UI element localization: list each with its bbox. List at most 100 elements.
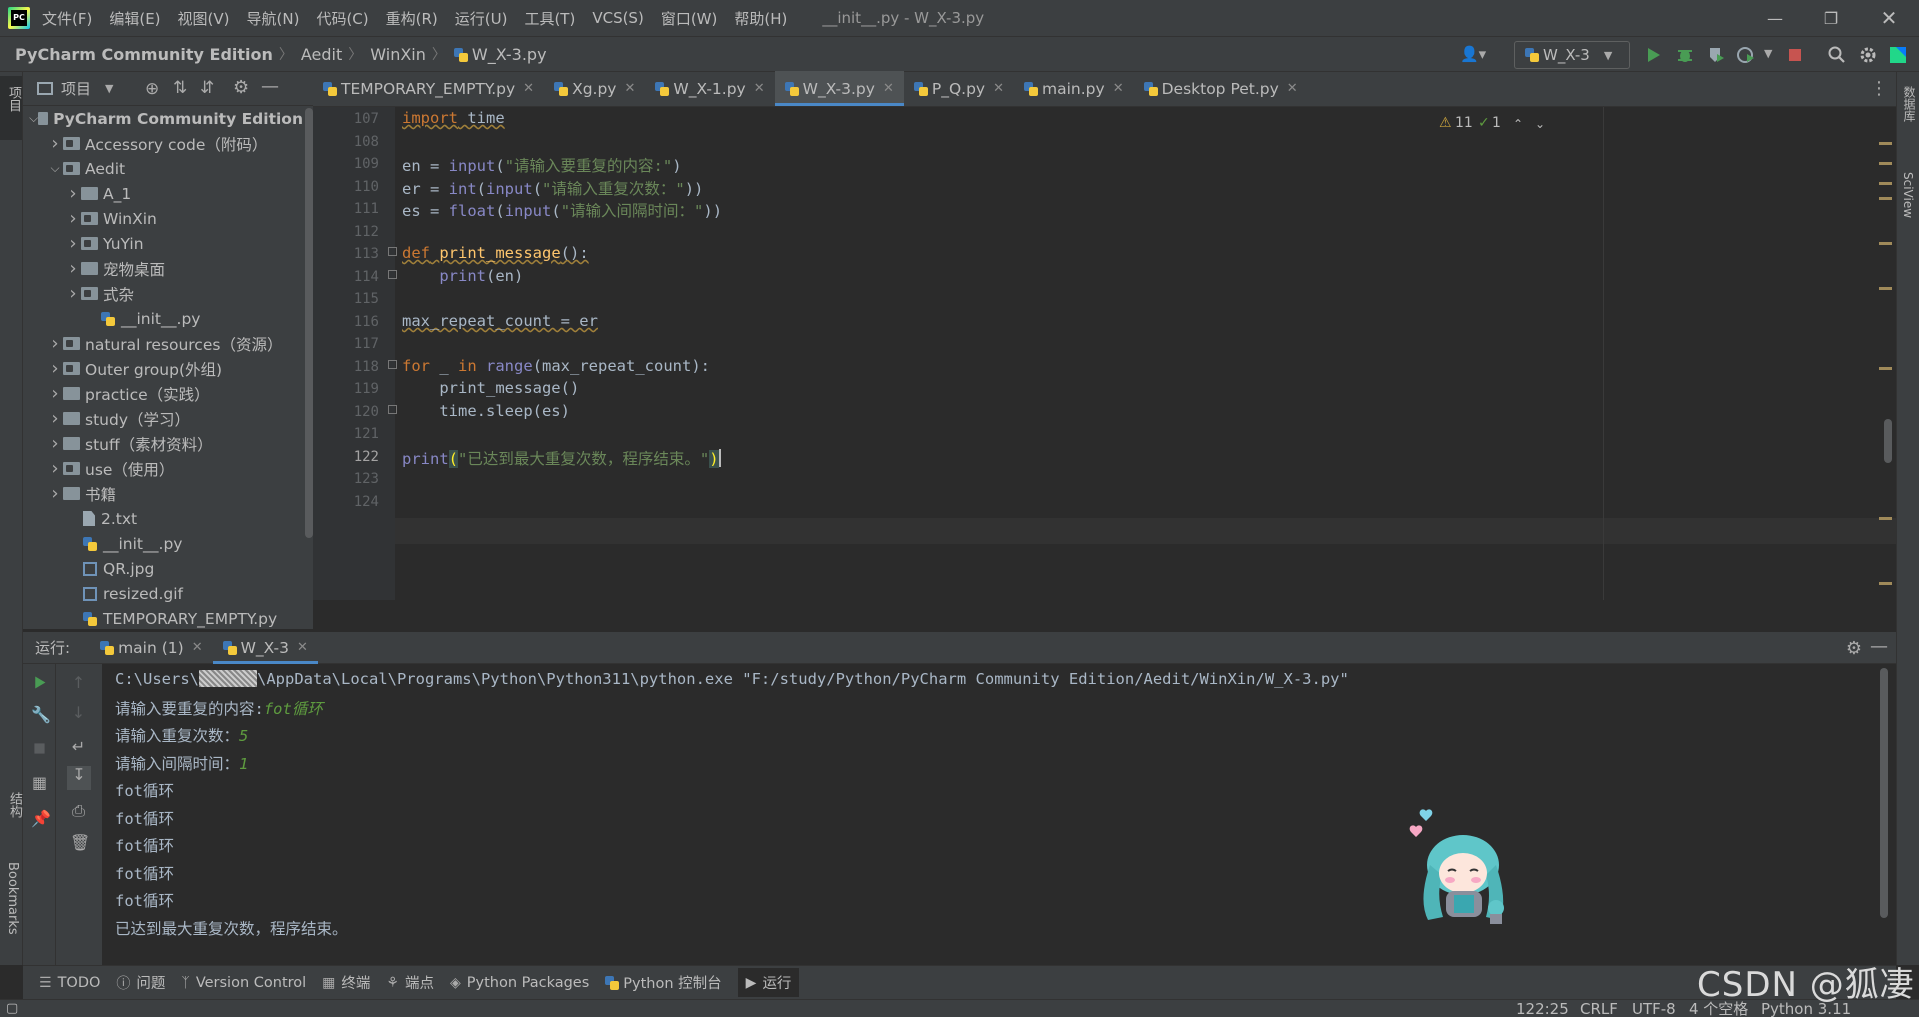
close-tab-icon[interactable]: ✕ (297, 640, 308, 655)
menu-vcs[interactable]: VCS(S) (592, 9, 643, 27)
tool-run[interactable]: ▶ 运行 (737, 968, 800, 997)
run-icon[interactable] (1643, 45, 1663, 65)
tab-desktop-pet[interactable]: Desktop Pet.py ✕ (1134, 71, 1308, 106)
structure-tool-label[interactable]: 结构 (5, 792, 24, 818)
expand-all-icon[interactable]: ⇅ (173, 78, 187, 98)
chevron-right-icon[interactable]: › (47, 333, 63, 354)
error-stripe-mark[interactable] (1879, 162, 1892, 165)
error-stripe-mark[interactable] (1879, 197, 1892, 200)
collapse-all-icon[interactable]: ⇵ (200, 78, 214, 98)
tree-item[interactable]: ⌵ PyCharm Community Edition (23, 106, 303, 131)
chevron-right-icon[interactable]: › (65, 208, 81, 229)
next-highlight-icon[interactable]: ⌄ (1535, 117, 1545, 131)
breadcrumb-winxin[interactable]: WinXin (370, 45, 426, 64)
more-tabs-icon[interactable]: ⋮ (1870, 78, 1888, 99)
hide-panel-icon[interactable]: — (261, 76, 279, 97)
restore-icon[interactable]: ❐ (1803, 0, 1859, 36)
close-tab-icon[interactable]: ✕ (1113, 81, 1124, 96)
rerun-icon[interactable] (31, 674, 48, 691)
menu-help[interactable]: 帮助(H) (734, 8, 787, 29)
tree-item[interactable]: › 式杂 (23, 281, 303, 306)
chevron-right-icon[interactable]: › (47, 383, 63, 404)
tree-item[interactable]: › 书籍 (23, 481, 303, 506)
error-stripe-mark[interactable] (1879, 242, 1892, 245)
tree-item[interactable]: › Accessory code（附码） (23, 131, 303, 156)
close-window-icon[interactable]: ✕ (1861, 0, 1917, 36)
close-tab-icon[interactable]: ✕ (754, 81, 765, 96)
chevron-right-icon[interactable]: › (47, 433, 63, 454)
tree-item[interactable]: › YuYin (23, 231, 303, 256)
profile-icon[interactable] (1736, 45, 1756, 65)
menu-refactor[interactable]: 重构(R) (386, 8, 438, 29)
fold-icon[interactable] (388, 270, 397, 279)
trash-icon[interactable]: 🗑 (70, 834, 90, 851)
tab-main[interactable]: main.py ✕ (1014, 71, 1134, 106)
stop-icon[interactable] (31, 740, 48, 757)
wrench-icon[interactable]: 🔧 (31, 706, 51, 723)
close-tab-icon[interactable]: ✕ (523, 81, 534, 96)
menu-window[interactable]: 窗口(W) (661, 8, 718, 29)
close-tab-icon[interactable]: ✕ (1287, 81, 1298, 96)
chevron-right-icon[interactable]: › (47, 483, 63, 504)
layout-icon[interactable]: ▦ (31, 774, 48, 791)
close-tab-icon[interactable]: ✕ (624, 81, 635, 96)
scroll-to-end-icon[interactable]: ↧ (67, 766, 91, 790)
chevron-down-icon[interactable]: ⌵ (47, 161, 63, 176)
jetbrains-toolbox-icon[interactable] (1888, 45, 1908, 65)
tree-item[interactable]: › 宠物桌面 (23, 256, 303, 281)
menu-code[interactable]: 代码(C) (316, 8, 368, 29)
bookmarks-tool-label[interactable]: Bookmarks (5, 862, 20, 935)
fold-icon[interactable] (388, 247, 397, 256)
breadcrumb-project[interactable]: PyCharm Community Edition (15, 45, 273, 64)
error-stripe-mark[interactable] (1879, 367, 1892, 370)
locate-icon[interactable]: ⊕ (145, 79, 159, 99)
run-config-selector[interactable]: W_X-3 ▼ (1514, 41, 1630, 69)
previous-highlight-icon[interactable]: ⌃ (1513, 117, 1523, 131)
chevron-right-icon[interactable]: › (47, 133, 63, 154)
tab-w-x-3[interactable]: W_X-3.py ✕ (774, 71, 905, 106)
check-count[interactable]: 1 (1492, 115, 1501, 131)
menu-run[interactable]: 运行(U) (455, 8, 508, 29)
tool-python-console[interactable]: Python 控制台 (605, 972, 722, 993)
up-arrow-icon[interactable]: ↑ (70, 674, 87, 691)
fold-icon[interactable] (388, 360, 397, 369)
chevron-right-icon[interactable]: › (47, 358, 63, 379)
hide-panel-icon[interactable]: — (1870, 636, 1888, 657)
project-scrollbar[interactable] (305, 108, 313, 538)
desktop-pet-mascot[interactable] (1408, 805, 1528, 930)
debug-icon[interactable] (1675, 45, 1695, 65)
check-icon[interactable]: ✓ (1478, 115, 1490, 131)
project-tool-button[interactable]: 项目 (0, 76, 22, 140)
minimize-icon[interactable]: — (1747, 0, 1803, 36)
error-stripe-mark[interactable] (1879, 517, 1892, 520)
tree-item[interactable]: › A_1 (23, 181, 303, 206)
user-icon[interactable]: 👤▾ (1460, 45, 1494, 65)
chevron-right-icon[interactable]: › (65, 258, 81, 279)
tool-problems[interactable]: ⓘ 问题 (116, 972, 165, 993)
tree-item[interactable]: › practice（实践） (23, 381, 303, 406)
error-stripe-mark[interactable] (1879, 582, 1892, 585)
menu-navigate[interactable]: 导航(N) (247, 8, 300, 29)
chevron-right-icon[interactable]: › (47, 408, 63, 429)
print-icon[interactable]: ⎙ (70, 802, 87, 819)
tree-item[interactable]: › natural resources（资源） (23, 331, 303, 356)
sciview-tool-label[interactable]: SciView (1901, 172, 1915, 218)
breadcrumb-aedit[interactable]: Aedit (301, 45, 342, 64)
menu-edit[interactable]: 编辑(E) (109, 8, 160, 29)
breadcrumb-file[interactable]: W_X-3.py (453, 45, 547, 64)
error-stripe-mark[interactable] (1879, 142, 1892, 145)
chevron-down-icon[interactable]: ⌵ (29, 111, 38, 126)
menu-file[interactable]: 文件(F) (42, 8, 92, 29)
error-stripe-mark[interactable] (1879, 182, 1892, 185)
soft-wrap-icon[interactable]: ↵ (70, 738, 87, 755)
run-tab-main[interactable]: main (1) ✕ (90, 632, 213, 664)
more-run-options-icon[interactable]: ▼ (1764, 47, 1772, 60)
tree-item[interactable]: __init__.py (23, 531, 303, 556)
coverage-icon[interactable] (1706, 45, 1726, 65)
tool-todo[interactable]: ☰ TODO (39, 975, 100, 991)
menu-tools[interactable]: 工具(T) (524, 8, 575, 29)
file-encoding[interactable]: UTF-8 (1632, 1000, 1676, 1017)
tree-item[interactable]: resized.gif (23, 581, 303, 606)
close-tab-icon[interactable]: ✕ (993, 81, 1004, 96)
tab-temporary-empty[interactable]: TEMPORARY_EMPTY.py ✕ (313, 71, 544, 106)
